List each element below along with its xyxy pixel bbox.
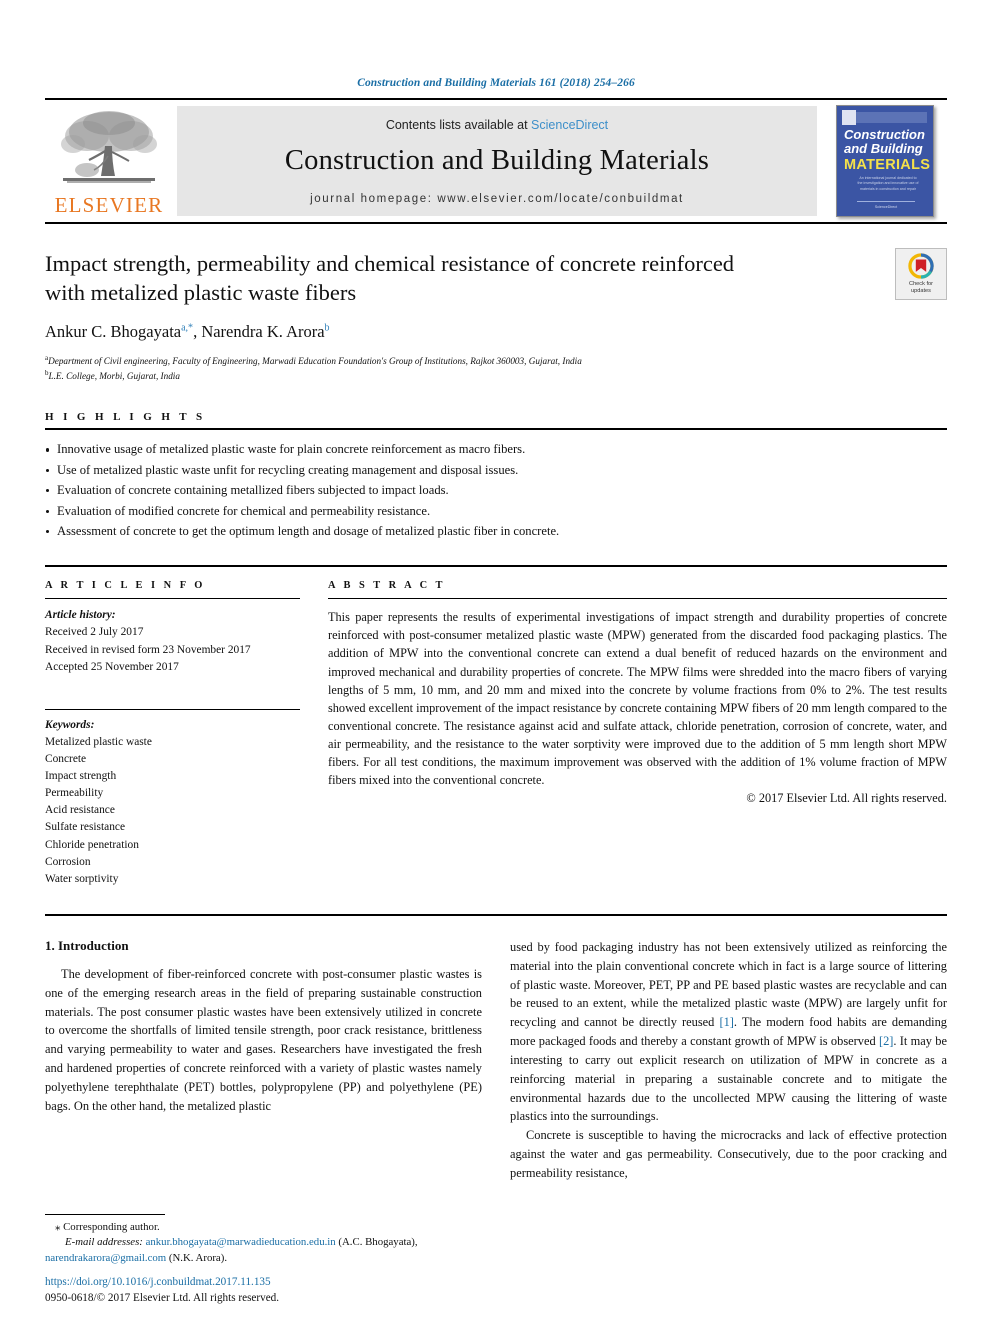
abstract-heading: A B S T R A C T bbox=[328, 580, 446, 592]
email-owner-1: (A.C. Bhogayata), bbox=[335, 1236, 418, 1249]
paper-page: Construction and Building Materials 161 … bbox=[0, 0, 992, 1323]
contents-line: Contents lists available at ScienceDirec… bbox=[386, 118, 608, 132]
affiliation-text-2: L.E. College, Morbi, Gujarat, India bbox=[48, 371, 180, 382]
email-addresses-note: E-mail addresses: ankur.bhogayata@marwad… bbox=[45, 1235, 494, 1266]
citation-ref-2[interactable]: [2] bbox=[879, 1034, 893, 1048]
contents-prefix: Contents lists available at bbox=[385, 117, 532, 132]
email-link-1[interactable]: ankur.bhogayata@marwadieducation.edu.in bbox=[146, 1236, 336, 1248]
list-item: Corrosion bbox=[45, 855, 91, 868]
affiliation-text-1: Department of Civil engineering, Faculty… bbox=[48, 355, 582, 366]
cover-title-line-1: Construction bbox=[844, 127, 925, 142]
email-owner-2: (N.K. Arora). bbox=[166, 1251, 228, 1264]
article-info-divider bbox=[45, 598, 300, 600]
list-item: Impact strength bbox=[45, 770, 117, 783]
info-abstract-section: A R T I C L E I N F O Article history: R… bbox=[45, 565, 947, 888]
sciencedirect-link[interactable]: ScienceDirect bbox=[531, 118, 608, 132]
author-marks-2: b bbox=[324, 322, 330, 334]
masthead-center: Contents lists available at ScienceDirec… bbox=[177, 106, 817, 216]
footnote-block: ⁎ Corresponding author. E-mail addresses… bbox=[45, 1214, 494, 1266]
affiliation-1: aDepartment of Civil engineering, Facult… bbox=[45, 353, 947, 368]
list-item: Use of metalized plastic waste unfit for… bbox=[45, 460, 947, 480]
footnote-rule bbox=[45, 1214, 165, 1216]
issn-copyright-line: 0950-0618/© 2017 Elsevier Ltd. All right… bbox=[45, 1291, 280, 1304]
citation-ref-1[interactable]: [1] bbox=[719, 1015, 733, 1029]
body-column-right: used by food packaging industry has not … bbox=[510, 938, 947, 1183]
cover-title-line-3: MATERIALS bbox=[844, 157, 931, 173]
cover-title-line-2: and Building bbox=[844, 141, 923, 156]
article-history-label: Article history: bbox=[45, 609, 116, 622]
highlights-list: Innovative usage of metalized plastic wa… bbox=[45, 439, 947, 541]
body-columns: 1. Introduction The development of fiber… bbox=[45, 938, 947, 1183]
journal-homepage[interactable]: journal homepage: www.elsevier.com/locat… bbox=[310, 193, 684, 205]
keywords-block: Keywords: Metalized plastic waste Concre… bbox=[45, 708, 300, 888]
list-item: Permeability bbox=[45, 787, 104, 800]
cover-image: Construction and Building MATERIALS An i… bbox=[836, 105, 934, 217]
author-name-2: Narendra K. Arora bbox=[201, 321, 325, 341]
body-column-left: 1. Introduction The development of fiber… bbox=[45, 938, 482, 1183]
email-link-2[interactable]: narendrakarora@gmail.com bbox=[45, 1252, 166, 1264]
elsevier-logo: ELSEVIER bbox=[45, 100, 173, 222]
crossmark-line-2: updates bbox=[911, 287, 931, 294]
highlights-heading: H I G H L I G H T S bbox=[45, 411, 206, 424]
crossmark-icon bbox=[908, 253, 934, 279]
author-marks-1: a,* bbox=[181, 322, 194, 334]
page-title: Impact strength, permeability and chemic… bbox=[45, 251, 735, 305]
author-name-1: Ankur C. Bhogayata bbox=[45, 321, 182, 341]
crossmark-label: Check for updates bbox=[909, 281, 933, 295]
list-item: Chloride penetration bbox=[45, 838, 139, 851]
doi-block: https://doi.org/10.1016/j.conbuildmat.20… bbox=[45, 1274, 505, 1306]
cover-blurb: An international journal dedicated to th… bbox=[857, 176, 919, 191]
journal-masthead: ELSEVIER Contents lists available at Sci… bbox=[45, 98, 947, 222]
doi-link[interactable]: https://doi.org/10.1016/j.conbuildmat.20… bbox=[45, 1274, 505, 1290]
article-history-item: Received 2 July 2017 bbox=[45, 626, 144, 639]
journal-title: Construction and Building Materials bbox=[284, 144, 710, 176]
affiliation-2: bL.E. College, Morbi, Gujarat, India bbox=[45, 368, 947, 383]
abstract-copyright: © 2017 Elsevier Ltd. All rights reserved… bbox=[746, 790, 947, 805]
article-history: Article history: Received 2 July 2017 Re… bbox=[45, 607, 300, 675]
list-item: Assessment of concrete to get the optimu… bbox=[45, 521, 947, 541]
list-item: Evaluation of modified concrete for chem… bbox=[45, 501, 947, 521]
section-title-introduction: 1. Introduction bbox=[45, 937, 129, 953]
email-label: E-mail addresses: bbox=[65, 1236, 143, 1249]
article-info-heading: A R T I C L E I N F O bbox=[45, 580, 206, 592]
article-info-column: A R T I C L E I N F O Article history: R… bbox=[45, 567, 300, 888]
author-list: Ankur C. Bhogayataa,*, Narendra K. Arora… bbox=[45, 322, 947, 342]
list-item: Sulfate resistance bbox=[45, 821, 126, 834]
abstract-column: A B S T R A C T This paper represents th… bbox=[328, 567, 947, 888]
paragraph: The development of fiber-reinforced conc… bbox=[45, 966, 482, 1113]
list-item: Water sorptivity bbox=[45, 872, 119, 885]
abstract-divider bbox=[328, 598, 947, 600]
abstract-text: This paper represents the results of exp… bbox=[328, 610, 947, 787]
title-block: Check for updates Impact strength, perme… bbox=[45, 222, 947, 383]
paragraph: used by food packaging industry has not … bbox=[510, 938, 947, 1126]
highlights-divider bbox=[45, 428, 947, 431]
list-item: Evaluation of concrete containing metall… bbox=[45, 480, 947, 500]
article-history-item: Accepted 25 November 2017 bbox=[45, 660, 179, 673]
keywords-label: Keywords: bbox=[45, 718, 95, 731]
elsevier-tree-icon bbox=[61, 111, 157, 183]
elsevier-wordmark: ELSEVIER bbox=[54, 193, 164, 217]
list-item: Concrete bbox=[45, 753, 87, 766]
journal-cover-thumbnail: Construction and Building MATERIALS An i… bbox=[823, 100, 947, 222]
keywords-list: Metalized plastic waste Concrete Impact … bbox=[45, 734, 300, 888]
running-head: Construction and Building Materials 161 … bbox=[357, 77, 635, 89]
body-divider bbox=[45, 913, 947, 916]
cover-elsevier-icon bbox=[842, 110, 856, 125]
crossmark-line-1: Check for bbox=[909, 280, 933, 287]
corresponding-author-note: ⁎ Corresponding author. bbox=[55, 1221, 160, 1234]
article-history-item: Received in revised form 23 November 201… bbox=[45, 643, 251, 656]
cover-footer: ScienceDirect bbox=[857, 201, 915, 209]
list-item: Innovative usage of metalized plastic wa… bbox=[45, 439, 947, 459]
list-item: Metalized plastic waste bbox=[45, 735, 152, 748]
paragraph: Concrete is susceptible to having the mi… bbox=[510, 1128, 947, 1181]
crossmark-badge[interactable]: Check for updates bbox=[895, 248, 947, 300]
list-item: Acid resistance bbox=[45, 804, 115, 817]
